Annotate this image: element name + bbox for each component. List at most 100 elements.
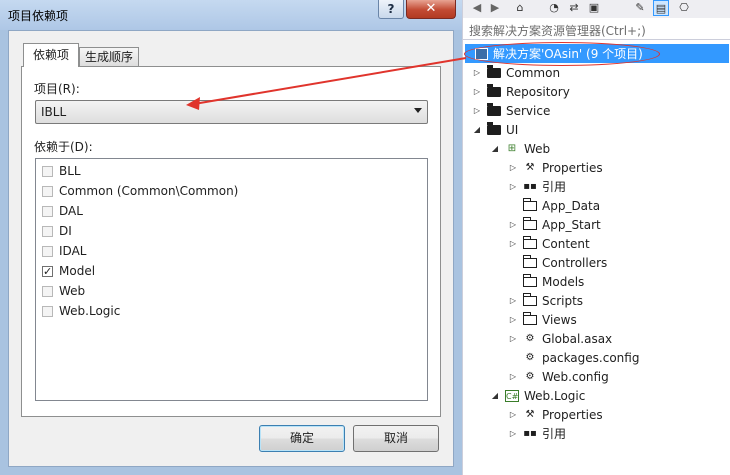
depends-on-label: 依赖于(D): (34, 140, 93, 154)
solution-label: 解决方案'OAsin' (9 个项目) (493, 47, 643, 61)
solution-explorer: ◀ ▶ ⌂ ◔ ⇄ ▣ ✎ ▤ ⎔ 搜索解决方案资源管理器(Ctrl+;) 解决… (462, 0, 730, 475)
expanded-arrow-icon[interactable]: ◢ (491, 391, 499, 400)
folder-icon (487, 83, 501, 97)
tree-node[interactable]: App_Data (509, 196, 600, 215)
depends-on-list[interactable]: BLL Common (Common\Common) DAL DI IDAL ✓ Model… (35, 158, 428, 401)
expand-arrow-icon[interactable]: ▷ (509, 182, 517, 191)
tab-build-order[interactable]: 生成顺序 (79, 47, 139, 67)
collapse-all-icon[interactable]: ▣ (587, 0, 601, 16)
folder-icon (487, 102, 501, 116)
expand-arrow-icon[interactable]: ▷ (509, 220, 517, 229)
folder-outline-icon (523, 216, 537, 230)
properties-wrench-icon[interactable]: ✎ (633, 0, 647, 16)
expand-arrow-icon[interactable]: ▷ (473, 106, 481, 115)
show-all-files-icon[interactable]: ▤ (653, 0, 669, 16)
tree-node-label: Content (542, 236, 590, 251)
config-icon: ⚙ (525, 351, 535, 363)
close-button[interactable]: ✕ (406, 0, 456, 19)
expand-arrow-icon[interactable]: ▷ (473, 87, 481, 96)
sync-icon[interactable]: ⇄ (567, 0, 581, 16)
explorer-search[interactable]: 搜索解决方案资源管理器(Ctrl+;) (463, 18, 730, 40)
dependency-item[interactable]: Web.Logic (42, 301, 120, 321)
checkbox-unchecked[interactable] (42, 305, 53, 317)
tree-node-label: Common (506, 65, 561, 80)
dependency-label: DI (59, 224, 72, 238)
dependency-item[interactable]: DAL (42, 201, 83, 221)
back-icon[interactable]: ◀ (471, 0, 483, 16)
tree-node[interactable]: ▷ Common (473, 63, 560, 82)
expand-arrow-icon[interactable]: ▷ (509, 410, 517, 419)
tree-node[interactable]: ▷ ⚙ Web.config (509, 367, 609, 386)
checkbox-unchecked[interactable] (42, 225, 53, 237)
expand-arrow-icon[interactable]: ▷ (473, 68, 481, 77)
class-view-icon[interactable]: ⎔ (677, 0, 691, 16)
tree-node-label: Models (542, 274, 585, 289)
expanded-arrow-icon[interactable]: ◢ (473, 125, 481, 134)
dependency-item[interactable]: ✓ Model (42, 261, 95, 281)
expand-arrow-icon[interactable]: ▷ (509, 315, 517, 324)
search-input[interactable]: 搜索解决方案资源管理器(Ctrl+;) (469, 22, 646, 39)
expand-arrow-icon[interactable]: ▷ (509, 296, 517, 305)
dependency-item[interactable]: BLL (42, 161, 81, 181)
expand-arrow-icon[interactable]: ▷ (509, 429, 517, 438)
tree-node[interactable]: ▷ Content (509, 234, 590, 253)
tree-node-label: Web.Logic (524, 388, 586, 403)
ok-button[interactable]: 确定 (259, 425, 345, 452)
tree-node[interactable]: ▷ ⚒ Properties (509, 405, 603, 424)
wrench-icon: ⚒ (525, 408, 535, 420)
dialog-titlebar[interactable]: 项目依赖项 ? ✕ (0, 0, 462, 30)
history-icon[interactable]: ◔ (547, 0, 561, 16)
folder-outline-icon (523, 235, 537, 249)
project-dropdown[interactable]: IBLL (35, 100, 428, 124)
expand-arrow-icon[interactable]: ▷ (509, 239, 517, 248)
tree-node-label: Views (542, 312, 577, 327)
checkbox-unchecked[interactable] (42, 245, 53, 257)
expanded-arrow-icon[interactable]: ◢ (491, 144, 499, 153)
checkbox-checked[interactable]: ✓ (42, 265, 53, 277)
dependency-item[interactable]: Common (Common\Common) (42, 181, 238, 201)
tree-node[interactable]: ▷ ⚒ Properties (509, 158, 603, 177)
dialog-body: 依赖项 生成顺序 项目(R): IBLL 依赖于(D): BLL Common (… (8, 30, 454, 467)
tree-node[interactable]: ▷ ▪▪ 引用 (509, 424, 566, 443)
dependency-label: Model (59, 264, 96, 278)
expand-arrow-icon[interactable]: ▷ (509, 163, 517, 172)
dependency-item[interactable]: IDAL (42, 241, 86, 261)
checkbox-unchecked[interactable] (42, 205, 53, 217)
folder-open-icon (487, 121, 501, 135)
dependency-item[interactable]: Web (42, 281, 85, 301)
config-icon: ⚙ (525, 370, 535, 382)
tree-node[interactable]: ▷ App_Start (509, 215, 601, 234)
tree-node[interactable]: ▷ Repository (473, 82, 570, 101)
tree-node-label: Properties (542, 407, 603, 422)
cancel-button[interactable]: 取消 (353, 425, 439, 452)
dependency-item[interactable]: DI (42, 221, 72, 241)
expand-arrow-icon[interactable]: ▷ (509, 372, 517, 381)
tree-node[interactable]: Controllers (509, 253, 607, 272)
tree-node[interactable]: ◢ C# Web.Logic (491, 386, 585, 405)
tab-dependencies[interactable]: 依赖项 (23, 43, 79, 67)
dependency-label: DAL (59, 204, 83, 218)
tree-node[interactable]: ◢ UI (473, 120, 518, 139)
tree-node[interactable]: ▷ Service (473, 101, 550, 120)
solution-node[interactable]: 解决方案'OAsin' (9 个项目) (465, 44, 729, 63)
tree-node[interactable]: ▷ ⚙ Global.asax (509, 329, 612, 348)
help-button[interactable]: ? (378, 0, 404, 19)
tree-node-label: App_Start (542, 217, 601, 232)
tree-node[interactable]: ⚙ packages.config (509, 348, 640, 367)
forward-icon[interactable]: ▶ (489, 0, 501, 16)
tree-node[interactable]: ▷ Scripts (509, 291, 583, 310)
tree-node[interactable]: ▷ ▪▪ 引用 (509, 177, 566, 196)
tree-node-label: Global.asax (542, 331, 613, 346)
tree-node-label: App_Data (542, 198, 601, 213)
expand-arrow-icon[interactable]: ▷ (509, 334, 517, 343)
home-icon[interactable]: ⌂ (513, 0, 527, 16)
dependency-label: BLL (59, 164, 81, 178)
tree-node[interactable]: ◢ ⊞ Web (491, 139, 550, 158)
tree-node[interactable]: ▷ Views (509, 310, 577, 329)
folder-outline-icon (523, 292, 537, 306)
checkbox-unchecked[interactable] (42, 165, 53, 177)
folder-outline-icon (523, 197, 537, 211)
checkbox-unchecked[interactable] (42, 285, 53, 297)
checkbox-unchecked[interactable] (42, 185, 53, 197)
tree-node[interactable]: Models (509, 272, 584, 291)
